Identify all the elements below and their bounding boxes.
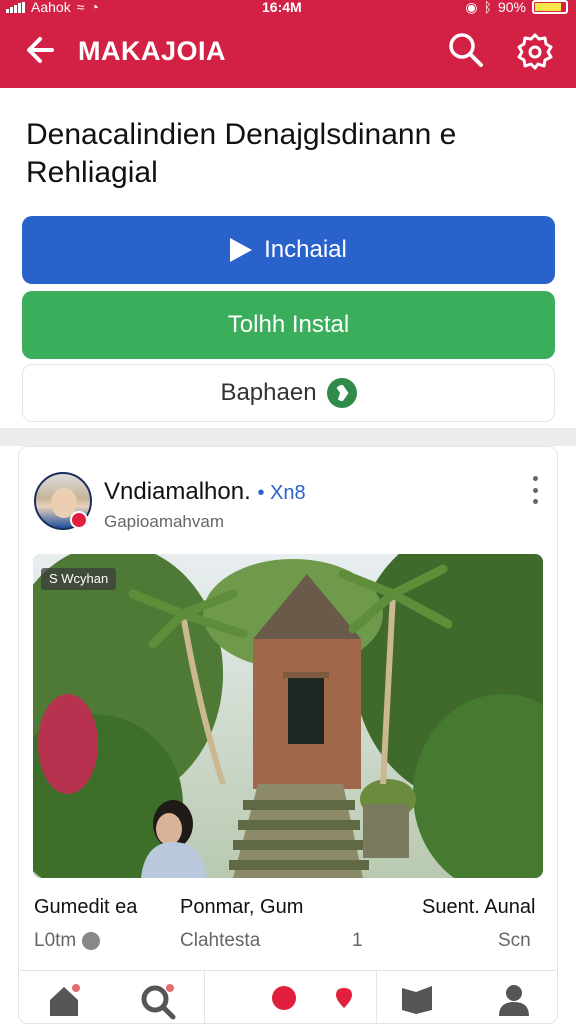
stat-value-3: Scn — [498, 930, 531, 951]
author-subtitle: Gapioamahvam — [104, 512, 225, 531]
bluetooth-icon: ᛒ — [483, 0, 492, 15]
sync-icon: ◔ — [90, 0, 99, 15]
battery-icon — [532, 0, 568, 14]
primary-action-label: Inchaial — [264, 236, 347, 263]
carrier-label: Aahok — [31, 0, 71, 15]
back-arrow-icon[interactable] — [22, 30, 62, 70]
install-button[interactable]: Tolhh Instal — [22, 291, 555, 359]
status-bar: Aahok ≈ ◔ 16:4M ◉ ᛒ 90% — [0, 0, 576, 18]
stat-value-1: L0tm — [34, 930, 101, 952]
home-icon[interactable] — [44, 980, 84, 1020]
app-title: MAKAJOIA — [78, 36, 227, 66]
search-icon[interactable] — [446, 30, 486, 70]
status-left: Aahok ≈ ◔ — [6, 0, 99, 15]
stat-label-3: Suent. Aunal — [422, 896, 536, 918]
globe-icon — [326, 378, 357, 408]
tertiary-action-label: Baphaen — [220, 379, 317, 406]
author-name-text: Vndiamalhon. — [104, 478, 251, 505]
status-time: 16:4M — [262, 0, 302, 15]
stat-count: 1 — [352, 930, 363, 951]
more-options-icon[interactable] — [530, 476, 540, 504]
signal-icon — [6, 1, 25, 13]
section-divider — [0, 428, 576, 446]
nav-separator — [204, 970, 205, 1024]
play-icon — [230, 238, 253, 262]
tertiary-action-button[interactable]: Baphaen — [22, 364, 555, 422]
author-tag: • Xn8 — [257, 482, 306, 504]
stat-value-2: Clahtesta — [180, 930, 261, 951]
alarm-icon: ◉ — [465, 0, 478, 15]
chat-icon[interactable] — [398, 980, 438, 1020]
stat-label-2: Ponmar, Gum — [180, 896, 304, 918]
status-right: ◉ ᛒ 90% — [465, 0, 568, 15]
shield-icon — [82, 932, 101, 950]
photo-badge: S Wcyhan — [41, 568, 117, 590]
battery-label: 90% — [497, 0, 526, 15]
primary-action-button[interactable]: Inchaial — [22, 216, 555, 284]
nav-separator — [376, 970, 377, 1024]
search-icon[interactable] — [138, 980, 178, 1020]
wifi-icon: ≈ — [76, 0, 85, 15]
verified-badge-icon — [70, 511, 88, 529]
stat-label-1: Gumedit ea — [34, 896, 138, 918]
location-icon[interactable] — [328, 980, 368, 1020]
post-photo[interactable] — [33, 554, 543, 878]
record-icon[interactable] — [264, 980, 304, 1020]
page-headline: Denacalindien Denajglsdinann e Rehliagia… — [26, 118, 457, 189]
settings-gear-icon[interactable] — [514, 30, 556, 72]
author-name[interactable]: Vndiamalhon. • Xn8 — [104, 478, 306, 506]
profile-icon[interactable] — [494, 980, 534, 1020]
app-bar: Aahok ≈ ◔ 16:4M ◉ ᛒ 90% MAKAJOIA — [0, 0, 576, 88]
install-button-label: Tolhh Instal — [227, 311, 350, 338]
stat-value-1-text: L0tm — [34, 930, 77, 951]
